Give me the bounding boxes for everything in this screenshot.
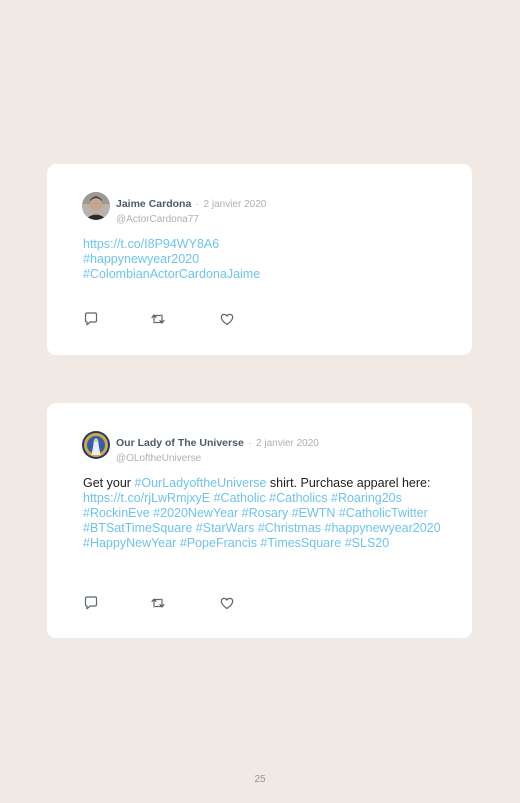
header-separator: · (195, 199, 200, 210)
tweet-header: Jaime Cardona · 2 janvier 2020 @ActorCar… (116, 194, 266, 225)
retweet-icon[interactable] (150, 311, 166, 327)
like-icon[interactable] (219, 311, 235, 327)
like-icon[interactable] (219, 595, 235, 611)
tweet-body: https://t.co/I8P94WY8A6 #happynewyear202… (83, 237, 448, 282)
reply-icon[interactable] (83, 595, 99, 611)
author-handle[interactable]: @ActorCardona77 (116, 214, 266, 225)
hashtag-link[interactable]: #OurLadyoftheUniverse (134, 476, 266, 490)
retweet-icon[interactable] (150, 595, 166, 611)
author-name[interactable]: Our Lady of The Universe (116, 437, 244, 449)
tweet-body: Get your #OurLadyoftheUniverse shirt. Pu… (83, 476, 448, 551)
hashtag-link[interactable]: #ColombianActorCardonaJaime (83, 267, 448, 282)
tweet-date[interactable]: 2 janvier 2020 (256, 438, 319, 449)
tweet-text: shirt. Purchase apparel here: (266, 476, 431, 490)
avatar[interactable] (82, 431, 110, 459)
reply-icon[interactable] (83, 311, 99, 327)
tweet-date[interactable]: 2 janvier 2020 (204, 199, 267, 210)
author-name[interactable]: Jaime Cardona (116, 198, 191, 210)
tweet-text: Get your (83, 476, 135, 490)
author-handle[interactable]: @OLoftheUniverse (116, 453, 319, 464)
tweet-links[interactable]: https://t.co/rjLwRmjxyE #Catholic #Catho… (83, 491, 441, 550)
tweet-card: Jaime Cardona · 2 janvier 2020 @ActorCar… (47, 164, 472, 355)
tweet-link[interactable]: https://t.co/I8P94WY8A6 (83, 237, 448, 252)
tweet-header: Our Lady of The Universe · 2 janvier 202… (116, 433, 319, 464)
header-separator: · (248, 438, 252, 449)
hashtag-link[interactable]: #happynewyear2020 (83, 252, 448, 267)
page-number: 25 (254, 774, 266, 785)
avatar[interactable] (82, 192, 110, 220)
tweet-card: Our Lady of The Universe · 2 janvier 202… (47, 403, 472, 638)
